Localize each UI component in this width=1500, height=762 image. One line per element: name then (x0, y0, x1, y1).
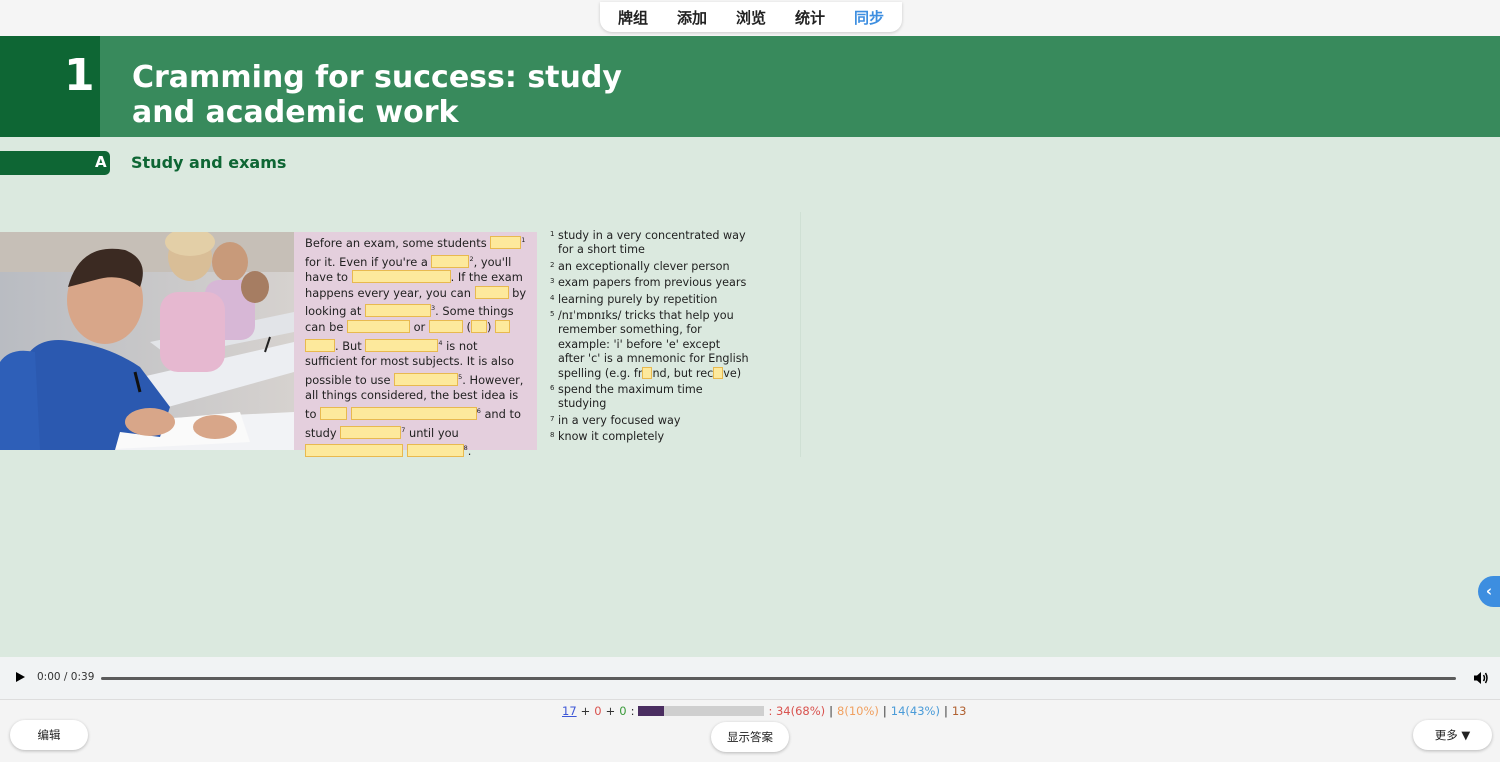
easy-stat: 13 (951, 704, 967, 718)
glossary-blank[interactable] (713, 366, 724, 379)
audio-seek-bar[interactable] (101, 677, 1456, 680)
play-icon[interactable] (16, 672, 25, 682)
blank-8[interactable] (470, 319, 487, 333)
blank-2[interactable] (431, 254, 470, 268)
tab-sync[interactable]: 同步 (840, 7, 899, 28)
blank-11[interactable] (365, 338, 439, 352)
exam-students-photo (0, 232, 294, 450)
blank-17[interactable] (406, 444, 464, 458)
glossary-item: 1 study in a very concentrated way for a … (550, 229, 746, 257)
content-divider (800, 212, 801, 457)
glossary-item: 4 learning purely by repetition (550, 292, 718, 306)
blank-10[interactable] (305, 338, 335, 352)
passage-text: until you (408, 425, 459, 440)
review-bottom-bar: 17 + 0 + 0 : : 34(68%) | 8(10%) | 14(43%… (0, 699, 1500, 762)
glossary-item: 3 exam papers from previous years (550, 276, 747, 290)
blank-4[interactable] (474, 285, 509, 299)
cloze-passage: Before an exam, some students 1 for it. … (294, 232, 537, 458)
passage-text: . Some things (435, 304, 514, 319)
volume-icon[interactable] (1473, 671, 1489, 685)
review-count: 0 (619, 704, 627, 718)
new-count[interactable]: 17 (562, 704, 577, 718)
passage-text: happens every year, you can (305, 285, 471, 300)
again-stat: : 34(68%) (768, 704, 826, 718)
passage-text: for it. Even if you're a (305, 254, 428, 269)
section-title: Study and exams (131, 153, 287, 172)
passage-text: can be (305, 319, 344, 334)
learn-count: 0 (594, 704, 602, 718)
blank-7[interactable] (428, 319, 463, 333)
show-answer-button[interactable]: 显示答案 (711, 722, 789, 752)
glossary-blank[interactable] (642, 366, 653, 379)
passage-text: , you'll (473, 254, 512, 269)
hard-stat: 8(10%) (837, 704, 879, 718)
passage-text: . If the exam (450, 270, 523, 285)
passage-text: . But (335, 338, 362, 353)
blank-14[interactable] (350, 406, 477, 420)
glossary-item: 7 in a very focused way (550, 413, 681, 427)
chapter-number: 1 (64, 50, 95, 101)
progress-bar (638, 706, 765, 716)
top-nav-bar: 牌组 添加 浏览 统计 同步 (0, 0, 1500, 36)
blank-5[interactable] (365, 304, 432, 318)
glossary-item: 8 know it completely (550, 430, 665, 444)
passage-text: ) (486, 319, 492, 334)
passage-text: Before an exam, some students (305, 236, 487, 250)
blank-6[interactable] (346, 319, 410, 333)
edit-button[interactable]: 编辑 (10, 720, 88, 750)
glossary-item: 6 spend the maximum time studying (550, 383, 703, 411)
blank-3[interactable] (351, 270, 451, 284)
passage-text: use (370, 372, 391, 387)
passage-text: . (467, 444, 472, 459)
good-stat: 14(43%) (890, 704, 940, 718)
audio-time: 0:00 / 0:39 (37, 671, 95, 683)
passage-text: looking at (305, 304, 362, 319)
section-letter: A (95, 153, 107, 171)
blank-15[interactable] (340, 425, 402, 439)
blank-9[interactable] (495, 319, 511, 333)
tab-decks[interactable]: 牌组 (604, 7, 663, 28)
tab-add[interactable]: 添加 (663, 7, 722, 28)
audio-player: 0:00 / 0:39 (0, 657, 1500, 699)
glossary-list: 1 study in a very concentrated way for a … (550, 229, 750, 447)
blank-1[interactable] (490, 236, 522, 249)
glossary-item: 2 an exceptionally clever person (550, 259, 730, 273)
page-title: Cramming for success: study and academic… (132, 60, 622, 130)
chevron-left-icon[interactable]: ‹ (1478, 576, 1500, 607)
passage-text: have to (305, 270, 349, 285)
section-tab (0, 151, 110, 175)
blank-16[interactable] (305, 444, 403, 458)
passage-text: or (413, 319, 426, 334)
blank-12[interactable] (394, 372, 459, 386)
tab-browse[interactable]: 浏览 (722, 7, 781, 28)
review-stats: 17 + 0 + 0 : : 34(68%) | 8(10%) | 14(43%… (562, 704, 967, 718)
nav-tabs: 牌组 添加 浏览 统计 同步 (600, 2, 902, 32)
more-button[interactable]: 更多 ▼ (1413, 720, 1492, 750)
blank-13[interactable] (320, 406, 348, 420)
passage-text: by (512, 285, 527, 300)
tab-stats[interactable]: 统计 (781, 7, 840, 28)
glossary-item: 5/nɪˈmɒnɪks/ tricks that help you rememb… (550, 309, 749, 380)
